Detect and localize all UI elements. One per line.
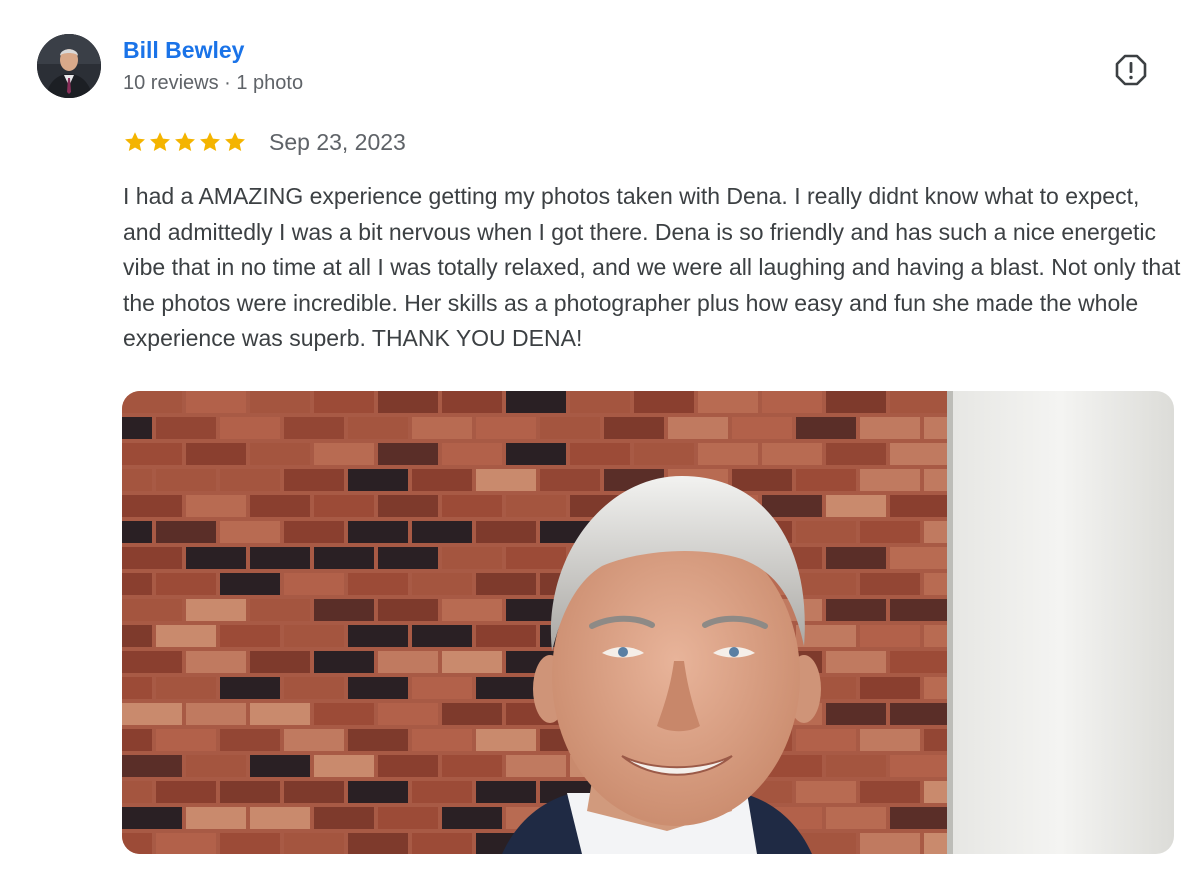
star-icon bbox=[150, 132, 170, 151]
report-review-button[interactable] bbox=[1112, 51, 1150, 89]
star-icon bbox=[175, 132, 195, 151]
review-text: I had a AMAZING experience getting my ph… bbox=[123, 183, 1181, 352]
report-flag-icon bbox=[1115, 54, 1147, 86]
star-icon bbox=[125, 132, 145, 151]
reviewer-avatar[interactable] bbox=[37, 34, 101, 98]
reviewer-name-link[interactable]: Bill Bewley bbox=[123, 37, 244, 64]
reviewer-meta: 10 reviews · 1 photo bbox=[123, 72, 304, 94]
star-rating bbox=[123, 130, 247, 154]
review-photo[interactable] bbox=[122, 391, 1174, 854]
star-icon bbox=[200, 132, 220, 151]
star-icon bbox=[225, 132, 245, 151]
rating-row: Sep 23, 2023 bbox=[123, 126, 406, 158]
review-date: Sep 23, 2023 bbox=[269, 128, 406, 155]
